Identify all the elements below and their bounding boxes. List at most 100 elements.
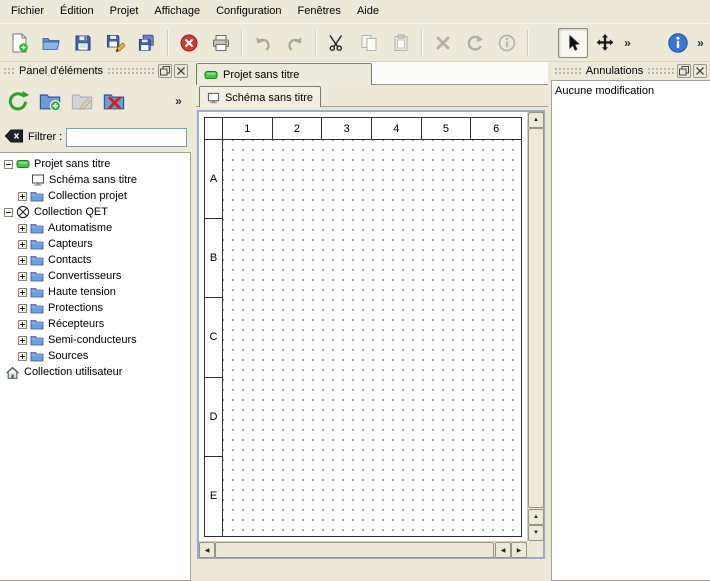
toolbar-overflow2-button[interactable] <box>694 36 707 50</box>
menu-fenetres[interactable]: Fenêtres <box>290 0 349 23</box>
tree-item-collection-qet[interactable]: Collection QET <box>0 204 190 220</box>
undo-panel-titlebar[interactable]: Annulations <box>551 62 710 80</box>
about-qet-button[interactable] <box>663 28 693 58</box>
expand-expander-icon[interactable] <box>18 240 27 249</box>
diagram-canvas[interactable] <box>223 140 521 536</box>
tree-item-contacts[interactable]: Contacts <box>0 252 190 268</box>
panel-toolbar-overflow-button[interactable] <box>172 94 185 108</box>
row-header: E <box>205 457 223 536</box>
project-tab-label: Projet sans titre <box>223 69 299 81</box>
menu-edition[interactable]: Édition <box>52 0 102 23</box>
redo-button[interactable] <box>280 28 310 58</box>
tree-item-recepteurs[interactable]: Récepteurs <box>0 316 190 332</box>
move-cross-icon <box>595 33 615 53</box>
scroll-right-button[interactable] <box>511 542 527 558</box>
row-header: A <box>205 140 223 219</box>
scroll-up-button[interactable] <box>528 509 544 525</box>
scroll-down-button[interactable] <box>528 525 544 541</box>
move-tool-button[interactable] <box>590 28 620 58</box>
paste-button[interactable] <box>386 28 416 58</box>
undo-button[interactable] <box>248 28 278 58</box>
select-arrow-icon <box>563 33 583 53</box>
tree-item-convertisseurs[interactable]: Convertisseurs <box>0 268 190 284</box>
elements-panel-titlebar[interactable]: Panel d'éléments <box>0 62 191 80</box>
expand-expander-icon[interactable] <box>18 336 27 345</box>
tree-item-schema-sans-titre[interactable]: Schéma sans titre <box>0 172 190 188</box>
vertical-scroll-thumb[interactable] <box>528 128 544 508</box>
tree-item-semi-conducteurs[interactable]: Semi-conducteurs <box>0 332 190 348</box>
tree-item-projet-sans-titre[interactable]: Projet sans titre <box>0 156 190 172</box>
close-project-button[interactable] <box>174 28 204 58</box>
collapse-expander-icon[interactable] <box>4 208 13 217</box>
rotate-button[interactable] <box>460 28 490 58</box>
close-panel-button[interactable] <box>693 64 707 78</box>
dock-grip[interactable] <box>107 67 156 75</box>
open-folder-icon <box>41 33 61 53</box>
save-as-button[interactable] <box>100 28 130 58</box>
filter-label: Filtrer : <box>28 131 62 143</box>
tab-schema-sans-titre[interactable]: Schéma sans titre <box>199 86 321 108</box>
scroll-left-button[interactable] <box>495 542 511 558</box>
expand-expander-icon[interactable] <box>18 320 27 329</box>
scroll-left-button[interactable] <box>199 542 215 558</box>
dock-grip[interactable] <box>647 67 675 75</box>
horizontal-scroll-thumb[interactable] <box>215 542 494 558</box>
scroll-up-button[interactable] <box>528 112 544 128</box>
elements-panel: Panel d'éléments <box>0 62 191 581</box>
tree-item-protections[interactable]: Protections <box>0 300 190 316</box>
info-button[interactable] <box>492 28 522 58</box>
reload-icon <box>6 89 30 113</box>
undo-history-list[interactable]: Aucune modification <box>551 80 710 581</box>
print-button[interactable] <box>206 28 236 58</box>
clear-filter-icon[interactable] <box>4 128 24 147</box>
toolbar-overflow-button[interactable] <box>621 36 634 50</box>
reload-collections-button[interactable] <box>3 86 33 116</box>
delete-element-button[interactable] <box>99 86 129 116</box>
save-all-button[interactable] <box>132 28 162 58</box>
cut-button[interactable] <box>322 28 352 58</box>
toolbar-separator <box>315 30 317 56</box>
new-element-button[interactable] <box>35 86 65 116</box>
tab-projet-sans-titre[interactable]: Projet sans titre <box>196 63 372 85</box>
qet-collection-icon <box>16 205 30 219</box>
edit-element-button[interactable] <box>67 86 97 116</box>
expand-expander-icon[interactable] <box>18 272 27 281</box>
tree-item-capteurs[interactable]: Capteurs <box>0 236 190 252</box>
dock-grip[interactable] <box>3 67 15 75</box>
home-icon <box>5 365 20 380</box>
select-tool-button[interactable] <box>558 28 588 58</box>
menu-aide[interactable]: Aide <box>349 0 387 23</box>
tree-item-sources[interactable]: Sources <box>0 348 190 364</box>
sheet-corner <box>205 118 223 140</box>
filter-input[interactable] <box>66 128 187 147</box>
copy-button[interactable] <box>354 28 384 58</box>
new-document-button[interactable] <box>4 28 34 58</box>
open-project-button[interactable] <box>36 28 66 58</box>
collapse-expander-icon[interactable] <box>4 160 13 169</box>
menu-projet[interactable]: Projet <box>102 0 147 23</box>
horizontal-scrollbar[interactable] <box>199 541 527 557</box>
float-panel-button[interactable] <box>677 64 691 78</box>
expand-expander-icon[interactable] <box>18 192 27 201</box>
menu-configuration[interactable]: Configuration <box>208 0 289 23</box>
folder-icon <box>30 285 44 299</box>
tree-item-haute-tension[interactable]: Haute tension <box>0 284 190 300</box>
float-panel-button[interactable] <box>158 64 172 78</box>
vertical-scrollbar[interactable] <box>527 112 543 541</box>
tree-item-collection-utilisateur[interactable]: Collection utilisateur <box>0 364 190 380</box>
expand-expander-icon[interactable] <box>18 256 27 265</box>
expand-expander-icon[interactable] <box>18 304 27 313</box>
dock-grip[interactable] <box>554 67 582 75</box>
menu-affichage[interactable]: Affichage <box>146 0 208 23</box>
close-panel-button[interactable] <box>174 64 188 78</box>
elements-panel-toolbar <box>0 80 191 122</box>
expand-expander-icon[interactable] <box>18 224 27 233</box>
expand-expander-icon[interactable] <box>18 288 27 297</box>
expand-expander-icon[interactable] <box>18 352 27 361</box>
tree-item-collection-projet[interactable]: Collection projet <box>0 188 190 204</box>
folder-icon <box>30 301 44 315</box>
menu-fichier[interactable]: Fichier <box>3 0 52 23</box>
delete-button[interactable] <box>428 28 458 58</box>
tree-item-automatisme[interactable]: Automatisme <box>0 220 190 236</box>
save-button[interactable] <box>68 28 98 58</box>
